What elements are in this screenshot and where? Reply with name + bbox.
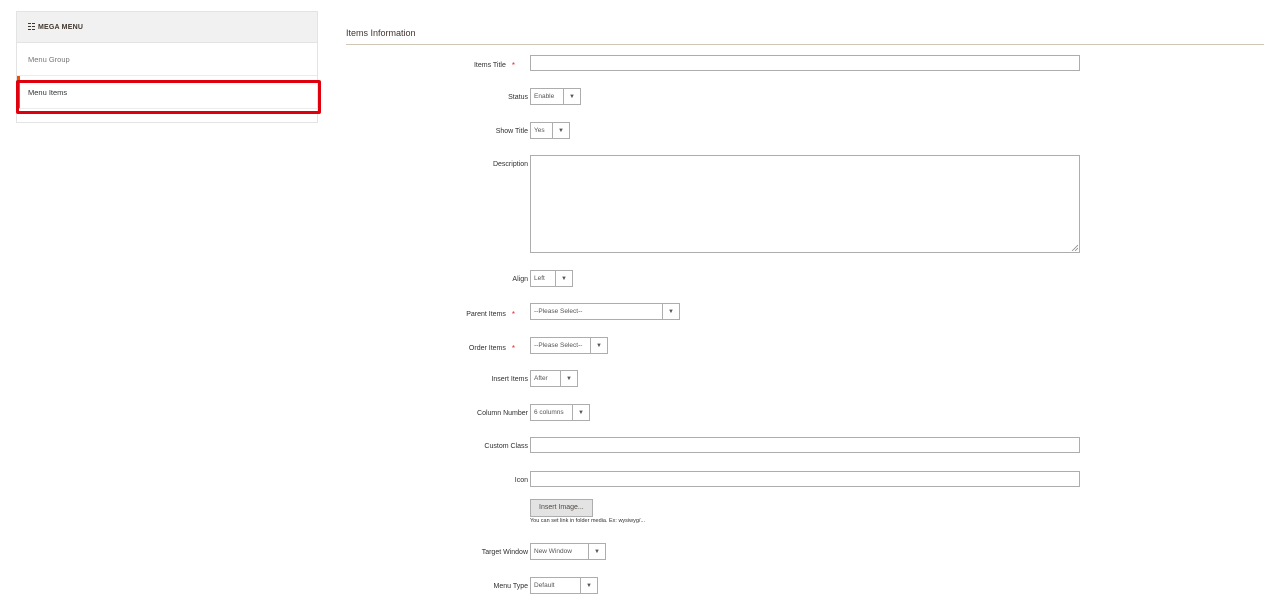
insert-items-label: Insert Items: [491, 376, 528, 383]
description-label: Description: [492, 161, 528, 168]
chevron-down-icon: ▼: [590, 338, 607, 353]
column-number-select[interactable]: 6 columns ▼: [530, 404, 590, 421]
insert-items-value: After: [534, 375, 548, 382]
show-title-value: Yes: [534, 127, 545, 134]
chevron-down-icon: ▼: [555, 271, 572, 286]
status-label: Status: [508, 94, 528, 101]
order-items-value: --Please Select--: [534, 342, 583, 349]
align-value: Left: [534, 275, 545, 282]
sidebar-item-label: Menu Items: [28, 87, 68, 97]
chevron-down-icon: ▼: [588, 544, 605, 559]
description-textarea[interactable]: [530, 155, 1080, 253]
menu-type-value: Default: [534, 582, 555, 589]
insert-image-button[interactable]: Insert Image...: [530, 498, 593, 517]
align-label: Align: [512, 276, 528, 283]
chevron-down-icon: ▼: [560, 371, 577, 386]
chevron-down-icon: ▼: [552, 123, 569, 138]
show-title-label: Show Title: [495, 128, 528, 135]
order-items-label: Order Items *: [468, 344, 515, 353]
chevron-down-icon: ▼: [580, 578, 597, 593]
sidebar: MEGA MENU Menu Group Menu Items: [16, 11, 318, 123]
column-number-value: 6 columns: [534, 409, 564, 416]
align-select[interactable]: Left ▼: [530, 270, 573, 287]
section-divider: [346, 44, 1264, 45]
sidebar-item-label: Menu Group: [28, 54, 70, 64]
icon-help-note: You can set link in folder media. Ex: wy…: [530, 518, 646, 524]
target-window-value: New Window: [534, 548, 572, 555]
chevron-down-icon: ▼: [662, 304, 679, 319]
required-marker: *: [511, 61, 515, 70]
parent-items-label: Parent Items *: [466, 310, 515, 319]
chevron-down-icon: ▼: [572, 405, 589, 420]
items-title-label: Items Title *: [473, 61, 515, 70]
column-number-label: Column Number: [477, 410, 528, 417]
resize-grip-icon[interactable]: [1071, 244, 1078, 251]
icon-label: Icon: [514, 477, 528, 484]
show-title-select[interactable]: Yes ▼: [530, 122, 570, 139]
grid-menu-icon: [28, 22, 35, 30]
chevron-down-icon: ▼: [563, 89, 580, 104]
sidebar-header-label: MEGA MENU: [38, 23, 84, 31]
insert-items-select[interactable]: After ▼: [530, 370, 578, 387]
required-marker: *: [511, 344, 515, 353]
menu-type-label: Menu Type: [493, 583, 528, 590]
items-title-input[interactable]: [530, 55, 1080, 71]
sidebar-item-menu-items[interactable]: Menu Items: [17, 76, 317, 109]
status-value: Enable: [534, 93, 555, 100]
sidebar-header: MEGA MENU: [17, 12, 317, 43]
menu-type-select[interactable]: Default ▼: [530, 577, 598, 594]
section-title: Items Information: [346, 28, 416, 38]
target-window-label: Target Window: [481, 549, 528, 556]
required-marker: *: [511, 310, 515, 319]
sidebar-item-menu-group[interactable]: Menu Group: [17, 43, 317, 76]
order-items-select[interactable]: --Please Select-- ▼: [530, 337, 608, 354]
custom-class-label: Custom Class: [484, 443, 528, 450]
custom-class-input[interactable]: [530, 437, 1080, 453]
parent-items-select[interactable]: --Please Select-- ▼: [530, 303, 680, 320]
parent-items-value: --Please Select--: [534, 308, 583, 315]
target-window-select[interactable]: New Window ▼: [530, 543, 606, 560]
icon-input[interactable]: [530, 471, 1080, 487]
status-select[interactable]: Enable ▼: [530, 88, 581, 105]
